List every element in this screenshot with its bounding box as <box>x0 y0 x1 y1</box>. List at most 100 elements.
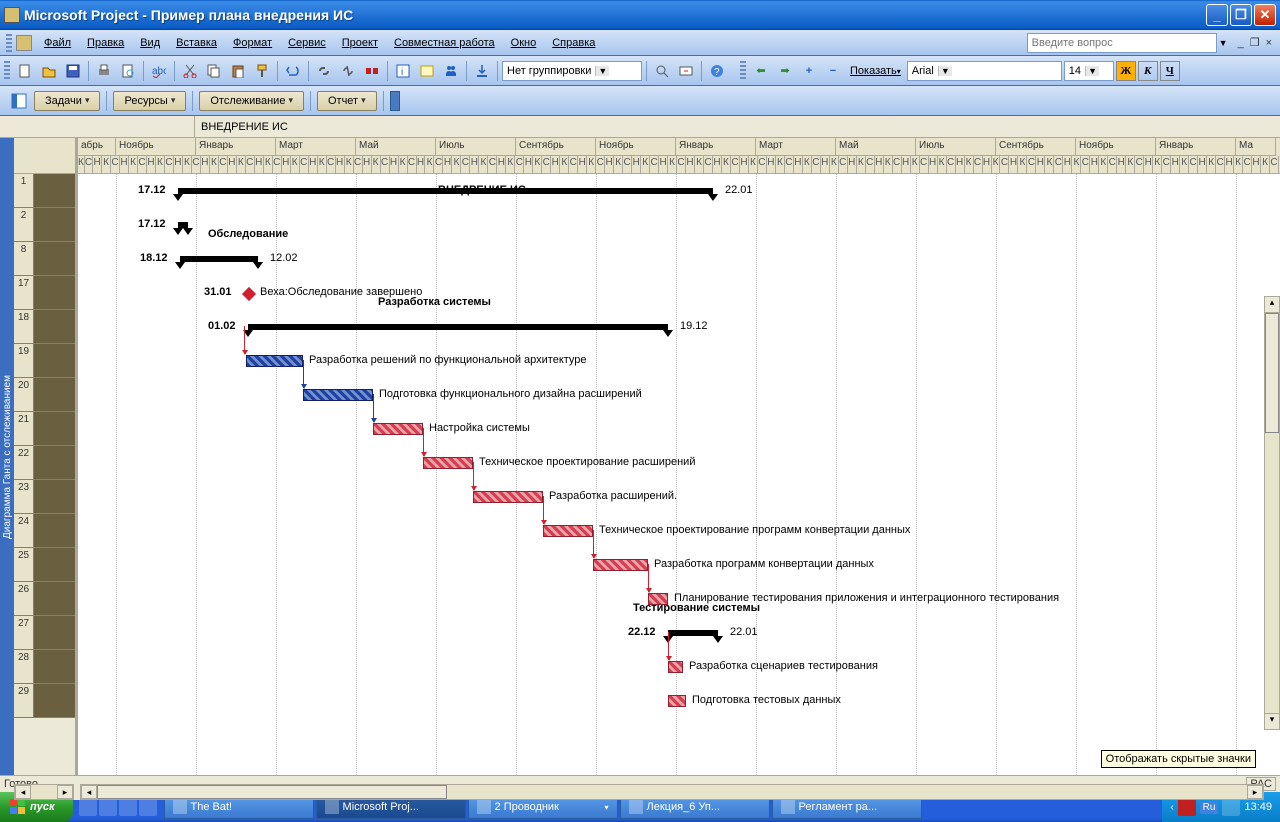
note-button[interactable] <box>416 60 438 82</box>
gantt-row[interactable]: Веха:Обследование завершено31.01 <box>78 276 1280 310</box>
task-bar[interactable] <box>246 355 303 367</box>
gantt-row[interactable]: Настройка системы <box>78 412 1280 446</box>
gantt-row[interactable]: Разработка системы01.0219.12 <box>78 310 1280 344</box>
format-painter-button[interactable] <box>251 60 273 82</box>
info-button[interactable]: i <box>392 60 414 82</box>
new-button[interactable] <box>14 60 36 82</box>
task-row-header[interactable]: 23 <box>14 480 75 514</box>
task-row-header[interactable]: 18 <box>14 310 75 344</box>
task-bar[interactable] <box>473 491 543 503</box>
nav-right-button[interactable]: ➡ <box>774 60 796 82</box>
tab-ресурсы[interactable]: Ресурсы▾ <box>113 91 186 111</box>
help-search-input[interactable] <box>1027 33 1217 53</box>
unlink-button[interactable] <box>337 60 359 82</box>
summary-bar[interactable] <box>180 256 258 262</box>
tab-отслеживание[interactable]: Отслеживание▾ <box>199 91 304 111</box>
gantt-row[interactable]: Разработка решений по функциональной арх… <box>78 344 1280 378</box>
menubar-close-icon[interactable]: × <box>1264 37 1274 49</box>
summary-bar[interactable] <box>178 222 188 228</box>
gripper-icon[interactable] <box>4 61 10 81</box>
formula-value[interactable]: ВНЕДРЕНИЕ ИС <box>195 119 294 135</box>
ql-icon[interactable] <box>139 798 157 816</box>
gantt-row[interactable]: Разработка расширений. <box>78 480 1280 514</box>
tab-отчет[interactable]: Отчет▾ <box>317 91 377 111</box>
menu-сервис[interactable]: Сервис <box>280 33 334 53</box>
zoom-button[interactable] <box>651 60 673 82</box>
cut-button[interactable] <box>179 60 201 82</box>
font-name-dropdown[interactable]: Arial▼ <box>907 61 1062 81</box>
undo-button[interactable] <box>282 60 304 82</box>
maximize-button[interactable]: ❐ <box>1230 4 1252 26</box>
copy-button[interactable] <box>203 60 225 82</box>
close-button[interactable]: ✕ <box>1254 4 1276 26</box>
task-row-header[interactable]: 24 <box>14 514 75 548</box>
timescale-header[interactable]: абрьНоябрьЯнварьМартМайИюльСентябрьНоябр… <box>78 138 1280 174</box>
collapse-button[interactable]: − <box>822 60 844 82</box>
resources-button[interactable] <box>440 60 462 82</box>
view-bar[interactable]: Диаграмма Ганта с отслеживанием <box>0 138 14 775</box>
ql-icon[interactable] <box>99 798 117 816</box>
id-header[interactable] <box>14 138 75 174</box>
gantt-row[interactable]: Обследование18.1212.02 <box>78 242 1280 276</box>
task-row-header[interactable]: 2 <box>14 208 75 242</box>
ql-icon[interactable] <box>119 798 137 816</box>
underline-button[interactable]: Ч <box>1160 61 1180 81</box>
task-bar[interactable] <box>668 695 686 707</box>
gantt-row[interactable]: Техническое проектирование программ конв… <box>78 514 1280 548</box>
task-row-header[interactable]: 22 <box>14 446 75 480</box>
view-panel-button[interactable] <box>8 90 30 112</box>
task-bar[interactable] <box>423 457 473 469</box>
menu-формат[interactable]: Формат <box>225 33 280 53</box>
menu-файл[interactable]: Файл <box>36 33 79 53</box>
task-row-header[interactable]: 17 <box>14 276 75 310</box>
task-row-header[interactable]: 1 <box>14 174 75 208</box>
tray-icon[interactable] <box>1178 798 1196 816</box>
italic-button[interactable]: К <box>1138 61 1158 81</box>
gantt-row[interactable]: Разработка сценариев тестирования <box>78 650 1280 684</box>
task-bar[interactable] <box>668 661 683 673</box>
print-preview-button[interactable] <box>117 60 139 82</box>
spellcheck-button[interactable]: abc <box>148 60 170 82</box>
task-bar[interactable] <box>373 423 423 435</box>
scroll-right-button[interactable]: ▸ <box>57 785 73 799</box>
summary-bar[interactable] <box>248 324 668 330</box>
task-row-header[interactable]: 8 <box>14 242 75 276</box>
menu-справка[interactable]: Справка <box>544 33 603 53</box>
scroll-up-button[interactable]: ▴ <box>1265 297 1279 313</box>
menu-совместная работа[interactable]: Совместная работа <box>386 33 503 53</box>
minimize-button[interactable]: _ <box>1206 4 1228 26</box>
task-row-header[interactable]: 27 <box>14 616 75 650</box>
ql-icon[interactable] <box>79 798 97 816</box>
milestone-marker[interactable] <box>242 287 256 301</box>
gantt-row[interactable]: Тестирование системы22.1222.01 <box>78 616 1280 650</box>
task-row-header[interactable]: 20 <box>14 378 75 412</box>
link-button[interactable] <box>313 60 335 82</box>
open-button[interactable] <box>38 60 60 82</box>
scroll-right-button[interactable]: ▸ <box>1247 785 1263 799</box>
menubar-dash[interactable]: _ <box>1236 37 1246 49</box>
task-bar[interactable] <box>593 559 648 571</box>
name-box[interactable] <box>0 116 195 137</box>
menu-вид[interactable]: Вид <box>132 33 168 53</box>
gripper-icon[interactable] <box>740 61 746 81</box>
bold-button[interactable]: Ж <box>1116 61 1136 81</box>
tray-icon[interactable] <box>1222 798 1240 816</box>
groupby-dropdown[interactable]: Нет группировки▼ <box>502 61 642 81</box>
task-row-header[interactable]: 28 <box>14 650 75 684</box>
tray-expand-icon[interactable]: ‹ <box>1170 802 1173 813</box>
gantt-row[interactable]: Разработка программ конвертации данных <box>78 548 1280 582</box>
font-size-dropdown[interactable]: 14▼ <box>1064 61 1114 81</box>
tab-задачи[interactable]: Задачи▾ <box>34 91 100 111</box>
goto-button[interactable] <box>675 60 697 82</box>
gantt-row[interactable]: Подготовка тестовых данных <box>78 684 1280 718</box>
task-row-header[interactable]: 21 <box>14 412 75 446</box>
summary-bar[interactable] <box>668 630 718 636</box>
gantt-row[interactable]: ВНЕДРЕНИЕ ИС17.1222.01 <box>78 174 1280 208</box>
print-button[interactable] <box>93 60 115 82</box>
gripper-icon[interactable] <box>6 34 12 52</box>
task-row-header[interactable]: 29 <box>14 684 75 718</box>
gantt-row[interactable]: Подготовка функционального дизайна расши… <box>78 378 1280 412</box>
horizontal-scrollbar[interactable]: ◂ ▸ ◂ ▸ <box>14 784 1264 800</box>
task-row-header[interactable]: 19 <box>14 344 75 378</box>
menu-правка[interactable]: Правка <box>79 33 132 53</box>
